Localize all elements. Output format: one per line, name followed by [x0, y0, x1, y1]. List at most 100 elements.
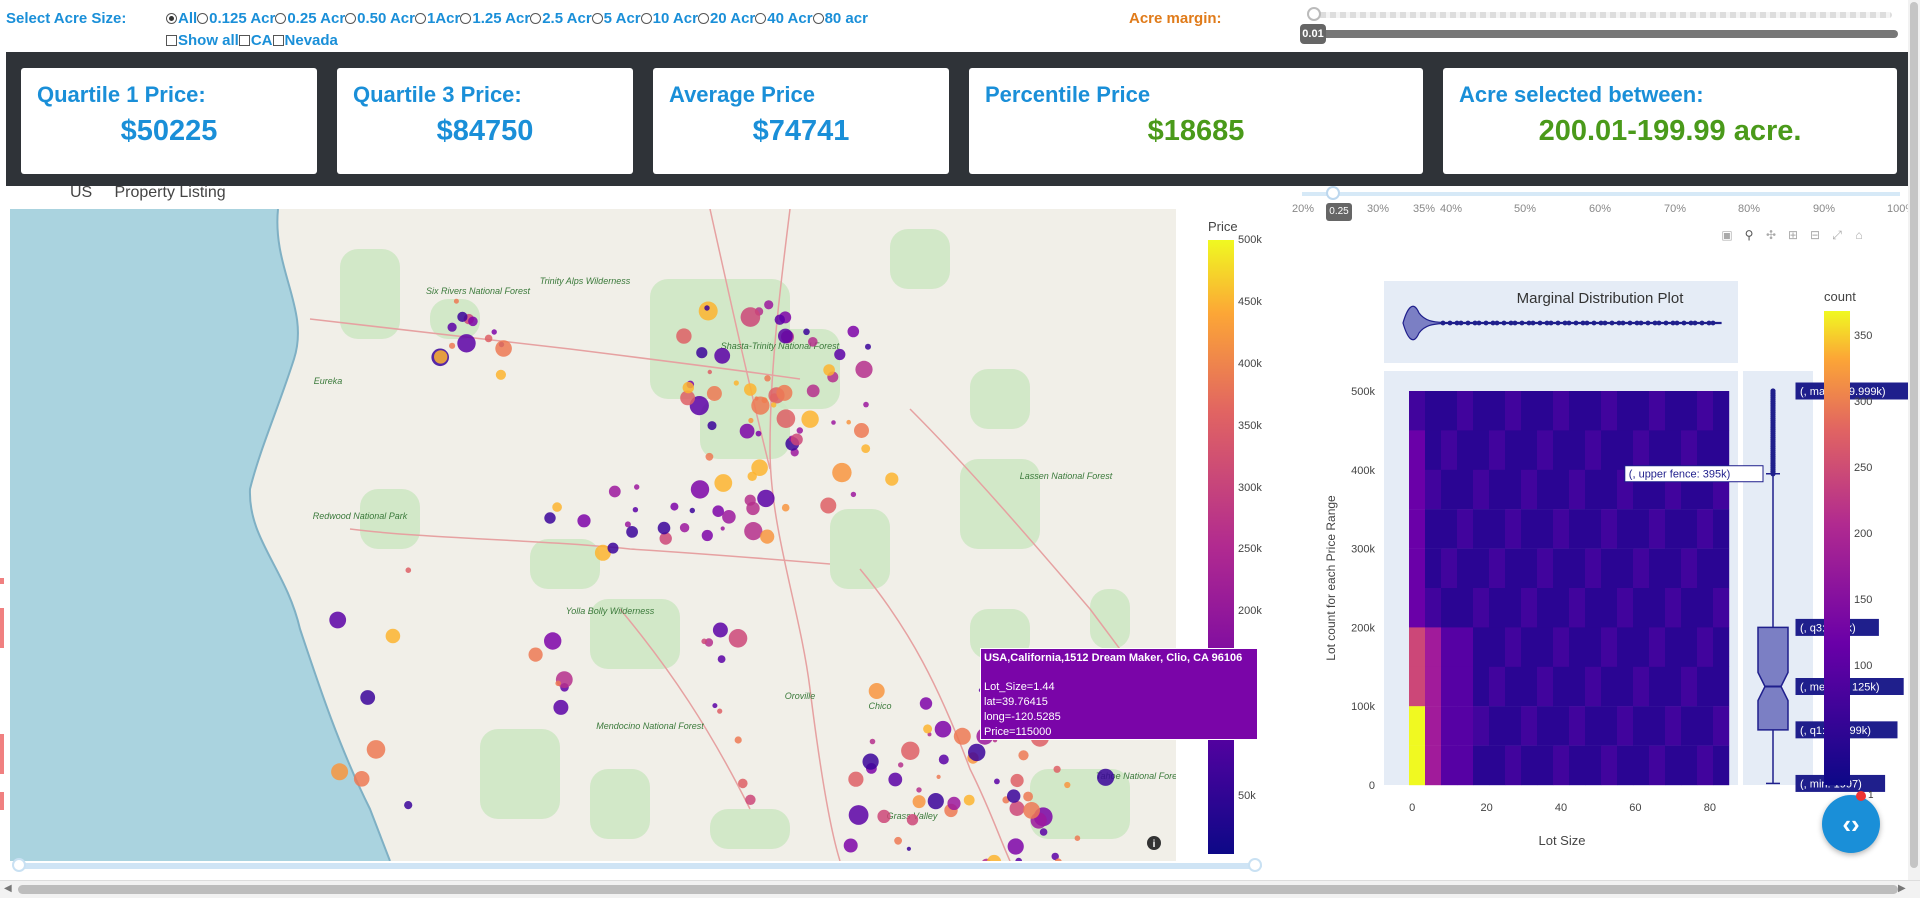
property-point[interactable] [670, 502, 679, 511]
property-point[interactable] [1018, 750, 1029, 761]
property-point[interactable] [994, 778, 1000, 785]
property-point[interactable] [865, 343, 871, 350]
property-point[interactable] [495, 340, 512, 357]
property-point[interactable] [632, 507, 639, 513]
property-point[interactable] [707, 369, 712, 375]
property-point[interactable] [696, 347, 708, 359]
property-point[interactable] [447, 322, 457, 332]
property-point[interactable] [1007, 838, 1024, 855]
property-point[interactable] [552, 502, 562, 512]
percentile-slider-handle[interactable] [1326, 186, 1340, 200]
property-point[interactable] [862, 753, 879, 770]
property-point[interactable] [714, 347, 731, 364]
acre-option[interactable]: 5 Acr [591, 10, 641, 27]
property-point[interactable] [712, 703, 718, 709]
property-point[interactable] [704, 305, 710, 311]
property-point[interactable] [877, 809, 891, 824]
radio-icon[interactable] [275, 13, 287, 24]
property-point[interactable] [781, 503, 790, 512]
property-point[interactable] [657, 521, 671, 535]
property-point[interactable] [848, 805, 869, 825]
acre-option[interactable]: 0.25 Acr [275, 10, 345, 27]
property-point[interactable] [808, 337, 818, 347]
property-point[interactable] [1097, 768, 1115, 786]
property-point[interactable] [744, 522, 763, 541]
percentile-slider[interactable] [1302, 186, 1900, 200]
radio-icon[interactable] [812, 13, 824, 24]
property-point[interactable] [801, 410, 819, 428]
region-option[interactable]: Show all [166, 32, 239, 49]
property-point[interactable] [953, 727, 971, 745]
property-point[interactable] [329, 611, 347, 629]
acre-option[interactable]: 1.25 Acr [460, 10, 530, 27]
horizontal-scroll-thumb[interactable] [18, 885, 1898, 894]
property-point[interactable] [360, 690, 376, 705]
horizontal-scrollbar[interactable]: ◀ ▶ [0, 880, 1920, 898]
property-point[interactable] [608, 485, 621, 498]
property-point[interactable] [434, 350, 448, 364]
property-point[interactable] [739, 423, 755, 439]
acre-option[interactable]: 40 Acr [755, 10, 813, 27]
property-point[interactable] [495, 369, 506, 380]
property-point[interactable] [453, 298, 459, 304]
property-point[interactable] [577, 514, 591, 528]
property-point[interactable] [885, 472, 899, 486]
property-point[interactable] [331, 763, 349, 781]
property-point[interactable] [353, 771, 370, 787]
map-range-handle-right[interactable] [1248, 858, 1262, 872]
property-point[interactable] [679, 523, 690, 533]
property-point[interactable] [855, 360, 873, 378]
radio-icon[interactable] [166, 13, 177, 24]
property-point[interactable] [912, 795, 926, 809]
acre-margin-handle[interactable] [1307, 7, 1321, 21]
property-point[interactable] [404, 801, 413, 810]
property-point[interactable] [1074, 835, 1081, 841]
property-point[interactable] [1010, 773, 1024, 788]
scroll-right-icon[interactable]: ▶ [1898, 883, 1906, 894]
radio-icon[interactable] [640, 13, 652, 24]
code-toggle-button[interactable]: ‹› [1822, 795, 1880, 853]
property-point[interactable] [491, 329, 497, 335]
property-point[interactable] [854, 423, 869, 438]
property-point[interactable] [863, 401, 869, 408]
property-point[interactable] [806, 384, 820, 398]
property-point[interactable] [457, 334, 476, 353]
acre-margin-track[interactable] [1310, 12, 1892, 18]
property-point[interactable] [936, 774, 941, 780]
map-canvas[interactable]: Six Rivers National Forest Trinity Alps W… [10, 209, 1176, 861]
property-point[interactable] [906, 814, 919, 826]
property-point[interactable] [888, 772, 903, 787]
property-point[interactable] [701, 638, 707, 645]
property-point[interactable] [927, 793, 944, 810]
property-point[interactable] [746, 501, 760, 516]
property-point[interactable] [776, 409, 796, 428]
map-range-handle-left[interactable] [12, 858, 26, 872]
property-point[interactable] [796, 427, 803, 434]
vertical-scrollbar[interactable] [1908, 0, 1920, 880]
radio-icon[interactable] [530, 13, 542, 24]
property-point[interactable] [832, 462, 852, 483]
property-point[interactable] [947, 796, 961, 811]
radio-icon[interactable] [591, 13, 603, 24]
acre-option[interactable]: 20 Acr [697, 10, 755, 27]
property-point[interactable] [823, 364, 835, 376]
property-point[interactable] [385, 628, 401, 644]
property-point[interactable] [676, 328, 692, 344]
property-point[interactable] [751, 459, 768, 476]
property-point[interactable] [717, 655, 726, 663]
property-point[interactable] [626, 526, 638, 538]
checkbox-icon[interactable] [166, 35, 177, 46]
property-point[interactable] [634, 484, 640, 490]
property-point[interactable] [898, 762, 904, 768]
property-point[interactable] [744, 383, 757, 396]
property-point[interactable] [733, 380, 739, 386]
property-point[interactable] [916, 787, 922, 793]
property-point[interactable] [869, 738, 876, 745]
property-point[interactable] [764, 300, 774, 310]
property-point[interactable] [689, 507, 695, 514]
property-point[interactable] [968, 743, 986, 762]
property-point[interactable] [553, 699, 569, 715]
property-point[interactable] [1064, 781, 1071, 789]
property-point[interactable] [1023, 802, 1040, 819]
property-point[interactable] [555, 680, 561, 687]
